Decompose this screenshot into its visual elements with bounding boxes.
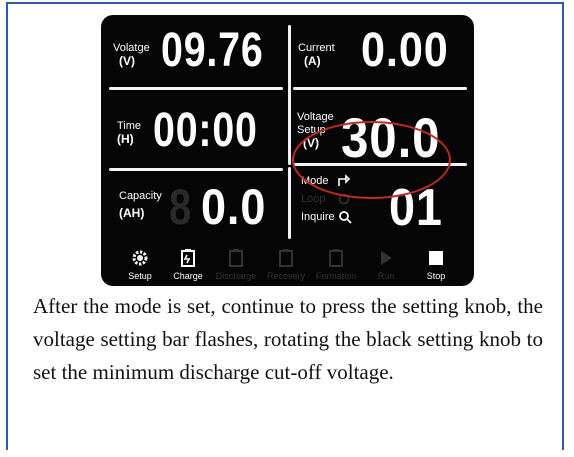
inquire-label: Inquire: [301, 211, 335, 223]
recovery-icon: [279, 249, 293, 267]
divider: [288, 167, 291, 239]
setup-button[interactable]: Setup: [115, 250, 165, 281]
loop-label: Loop: [301, 193, 326, 205]
discharge-button[interactable]: Discharge: [211, 249, 261, 281]
gear-icon: [132, 250, 148, 266]
voltage-label: Volatge (V): [113, 42, 150, 68]
divider: [288, 25, 291, 165]
capacity-readout: 0.0: [201, 179, 267, 235]
highlight-circle: [292, 121, 451, 199]
divider: [109, 87, 283, 90]
search-icon: [339, 211, 352, 224]
formation-button[interactable]: Formation: [311, 249, 361, 281]
stop-button[interactable]: Stop: [411, 251, 461, 281]
capacity-ghost-digit: 8: [169, 179, 193, 235]
discharge-icon: [229, 249, 243, 267]
stop-icon: [429, 251, 443, 265]
current-label: Current (A): [298, 42, 335, 68]
instruction-text: After the mode is set, continue to press…: [33, 294, 543, 384]
time-label: Time (H): [117, 120, 142, 146]
time-readout: 00:00: [153, 104, 258, 157]
charge-icon: [181, 249, 195, 267]
run-button[interactable]: Run: [361, 251, 411, 281]
current-readout: 0.00: [361, 24, 449, 77]
recovery-button[interactable]: Recovery: [261, 249, 311, 281]
capacity-label: Capacity (AH): [119, 190, 162, 220]
formation-icon: [329, 249, 343, 267]
charge-button[interactable]: Charge: [163, 249, 213, 281]
function-buttons: Setup Charge Discharge Recovery Formatio…: [101, 247, 474, 286]
divider: [109, 168, 283, 171]
voltage-readout: 09.76: [161, 24, 264, 77]
divider: [293, 87, 467, 90]
play-icon: [381, 251, 392, 265]
